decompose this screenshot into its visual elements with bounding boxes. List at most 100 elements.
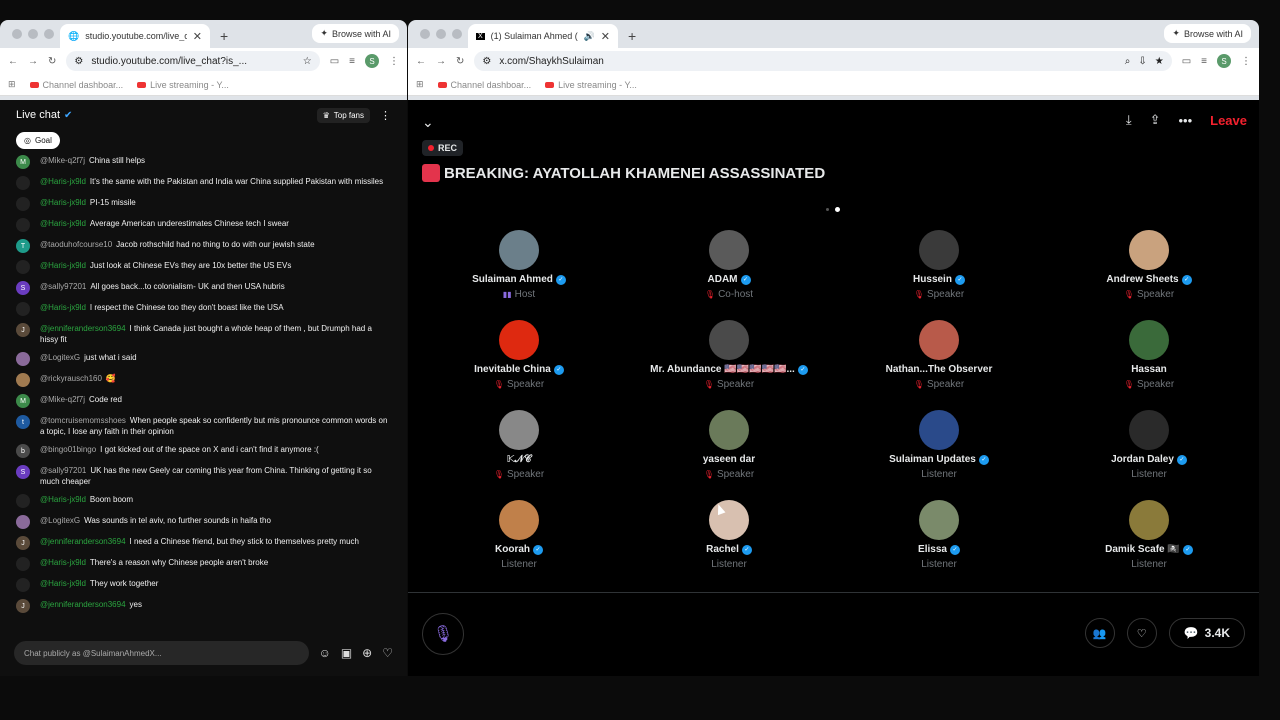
goal-button[interactable]: ◎ Goal [16, 132, 60, 149]
side-panel-icon[interactable]: ▭ [330, 56, 339, 67]
chat-author[interactable]: @Haris-jx9ld [40, 558, 86, 567]
participant[interactable]: Sulaiman Ahmed ✓ ▮▮ Host [414, 230, 624, 306]
menu-icon[interactable]: ⋮ [1241, 56, 1251, 67]
extensions-icon[interactable]: ≡ [349, 56, 355, 67]
participant[interactable]: ADAM ✓ 🎙 Co-host [624, 230, 834, 306]
forward-icon[interactable]: → [28, 56, 38, 67]
chat-avatar[interactable] [16, 557, 30, 571]
apps-icon[interactable]: ⊞ [416, 79, 424, 90]
participant-avatar[interactable] [499, 230, 539, 270]
bookmark-star-icon[interactable]: ☆ [303, 56, 312, 67]
participant[interactable]: Hassan 🎙 Speaker [1044, 320, 1254, 396]
chat-avatar[interactable] [16, 515, 30, 529]
maximize-window-button[interactable] [44, 29, 54, 39]
chat-author[interactable]: @LogitexG [40, 516, 80, 525]
maximize-window-button[interactable] [452, 29, 462, 39]
heart-icon[interactable]: ♡ [382, 646, 393, 660]
chat-avatar[interactable] [16, 352, 30, 366]
collapse-chevron-icon[interactable]: ⌄ [422, 114, 434, 131]
chat-author[interactable]: @Haris-jx9ld [40, 495, 86, 504]
chat-author[interactable]: @tomcruisemomsshoes [40, 416, 126, 425]
reload-icon[interactable]: ↻ [456, 56, 464, 67]
chat-avatar[interactable]: J [16, 536, 30, 550]
chat-author[interactable]: @sally97201 [40, 282, 86, 291]
chat-avatar[interactable]: T [16, 239, 30, 253]
page-dot[interactable] [826, 208, 829, 211]
menu-icon[interactable]: ⋮ [389, 56, 399, 67]
top-fans-button[interactable]: ♛ Top fans [316, 107, 370, 123]
participant[interactable]: Koorah ✓ Listener [414, 500, 624, 576]
chat-author[interactable]: @Haris-jx9ld [40, 579, 86, 588]
add-icon[interactable]: ⊕ [362, 646, 372, 660]
chat-avatar[interactable] [16, 197, 30, 211]
bookmark-channel-dashboard[interactable]: Channel dashboar... [437, 80, 531, 90]
chat-avatar[interactable]: b [16, 444, 30, 458]
chat-avatar[interactable] [16, 302, 30, 316]
forward-icon[interactable]: → [436, 56, 446, 67]
chat-author[interactable]: @Haris-jx9ld [40, 198, 86, 207]
bookmark-channel-dashboard[interactable]: Channel dashboar... [29, 80, 123, 90]
chat-author[interactable]: @Haris-jx9ld [40, 303, 86, 312]
participant[interactable]: Sulaiman Updates ✓ Listener [834, 410, 1044, 486]
chat-avatar[interactable]: S [16, 465, 30, 479]
new-tab-button[interactable]: + [628, 28, 636, 44]
chat-author[interactable]: @sally97201 [40, 466, 86, 475]
chat-author[interactable]: @Mike-q2f7j [40, 156, 85, 165]
participant-avatar[interactable] [1129, 320, 1169, 360]
chat-avatar[interactable] [16, 260, 30, 274]
participant-avatar[interactable] [709, 230, 749, 270]
extensions-icon[interactable]: ≡ [1201, 56, 1207, 67]
participant-avatar[interactable] [709, 410, 749, 450]
participant-avatar[interactable] [919, 230, 959, 270]
bookmark-live-streaming[interactable]: Live streaming - Y... [137, 80, 229, 90]
microphone-button[interactable]: 🎙 [422, 613, 464, 655]
chat-author[interactable]: @jenniferanderson3694 [40, 324, 126, 333]
profile-avatar[interactable]: S [1217, 54, 1231, 68]
chat-author[interactable]: @Haris-jx9ld [40, 261, 86, 270]
profile-avatar[interactable]: S [365, 54, 379, 68]
minimize-space-icon[interactable]: ⤓ [1126, 112, 1132, 128]
chat-avatar[interactable] [16, 494, 30, 508]
side-panel-icon[interactable]: ▭ [1182, 56, 1191, 67]
chat-input[interactable]: Chat publicly as @SulaimanAhmedX... [14, 641, 309, 665]
zoom-icon[interactable]: ⌕ [1125, 56, 1131, 67]
participant[interactable]: Mr. Abundance 🇺🇸🇺🇸🇺🇸🇺🇸🇺🇸... ✓ 🎙 Speaker [624, 320, 834, 396]
participant[interactable]: yaseen dar 🎙 Speaker [624, 410, 834, 486]
site-settings-icon[interactable]: ⚙ [74, 56, 83, 67]
participant[interactable]: Nathan...The Observer 🎙 Speaker [834, 320, 1044, 396]
participant-avatar[interactable] [1129, 230, 1169, 270]
chat-author[interactable]: @jenniferanderson3694 [40, 537, 126, 546]
apps-icon[interactable]: ⊞ [8, 79, 16, 90]
comments-button[interactable]: 💬 3.4K [1168, 618, 1245, 648]
participant-avatar[interactable] [709, 320, 749, 360]
speaker-icon[interactable]: 🔊 [584, 31, 595, 42]
close-window-button[interactable] [12, 29, 22, 39]
site-settings-icon[interactable]: ⚙ [482, 56, 491, 67]
participant-avatar[interactable] [919, 500, 959, 540]
close-window-button[interactable] [420, 29, 430, 39]
participant[interactable]: Damik Scafe 🏴‍☠️ ✓ Listener [1044, 500, 1254, 576]
chat-author[interactable]: @Haris-jx9ld [40, 177, 86, 186]
participant-avatar[interactable] [919, 320, 959, 360]
close-tab-icon[interactable]: ✕ [601, 30, 610, 43]
chat-author[interactable]: @taoduhofcourse10 [40, 240, 112, 249]
close-tab-icon[interactable]: ✕ [193, 30, 202, 43]
participant[interactable]: Rachel ✓ Listener [624, 500, 834, 576]
page-dot-active[interactable] [835, 207, 840, 212]
address-bar[interactable]: ⚙ x.com/ShaykhSulaiman ⌕ ⇩ ★ [474, 51, 1172, 71]
chat-avatar[interactable]: S [16, 281, 30, 295]
chat-avatar[interactable] [16, 578, 30, 592]
leave-button[interactable]: Leave [1210, 113, 1247, 128]
tab-live-chat[interactable]: 🌐 studio.youtube.com/live_chat ✕ [60, 24, 210, 48]
minimize-window-button[interactable] [28, 29, 38, 39]
chat-author[interactable]: @Haris-jx9ld [40, 219, 86, 228]
install-app-icon[interactable]: ⇩ [1138, 56, 1146, 67]
more-options-icon[interactable]: ⋮ [380, 109, 391, 122]
participant-avatar[interactable] [1129, 410, 1169, 450]
participant-avatar[interactable] [499, 410, 539, 450]
emoji-icon[interactable]: ☺ [319, 646, 331, 660]
browse-with-ai-button[interactable]: ✦ Browse with AI [1164, 24, 1251, 43]
chat-author[interactable]: @jenniferanderson3694 [40, 600, 126, 609]
bookmark-star-icon[interactable]: ★ [1155, 56, 1164, 67]
participant-avatar[interactable] [1129, 500, 1169, 540]
